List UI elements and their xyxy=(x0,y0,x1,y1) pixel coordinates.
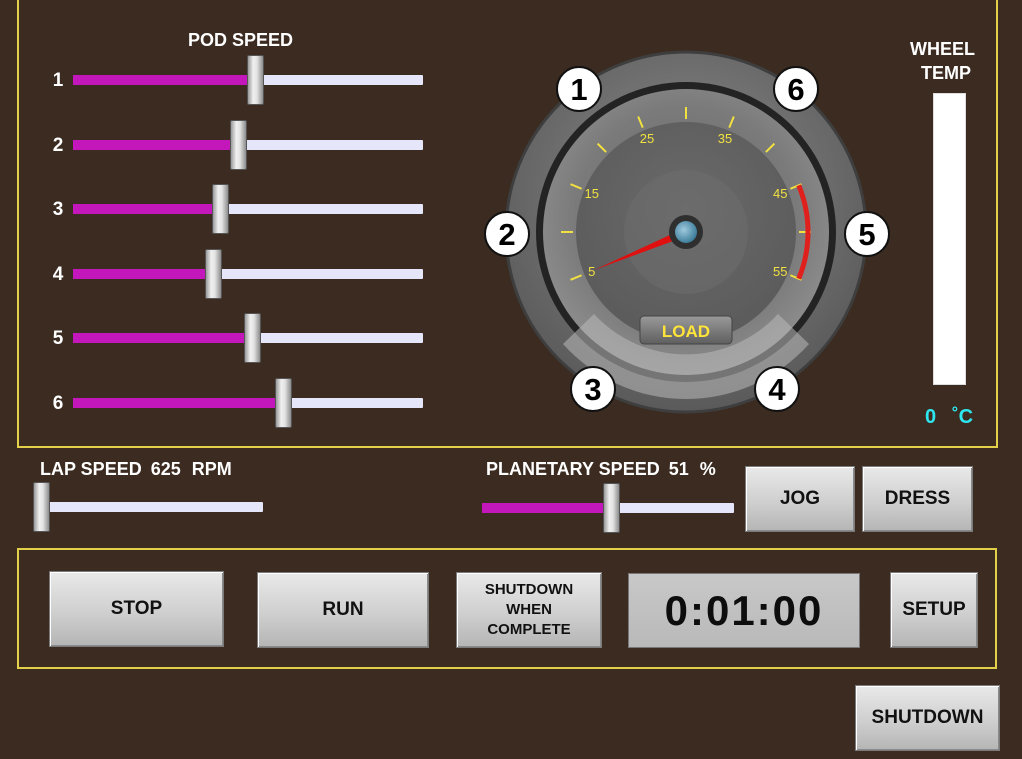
jog-button[interactable]: JOG xyxy=(745,466,855,532)
gauge-tick-label: 15 xyxy=(585,186,599,201)
pod-marker-label: 1 xyxy=(570,72,587,107)
lap-speed-value: 625 xyxy=(150,459,181,479)
wheel-temp-title-line1: WHEEL xyxy=(910,39,975,59)
planetary-speed-label: PLANETARY SPEED 51 % xyxy=(486,459,716,480)
pod-speed-fill xyxy=(73,204,220,214)
pod-marker-label: 3 xyxy=(584,372,601,407)
pod-marker-label: 6 xyxy=(787,72,804,107)
wheel-temp-bar xyxy=(933,93,966,385)
wheel-temp-title-line2: TEMP xyxy=(921,63,972,83)
pod-marker-1: 1 xyxy=(556,66,602,112)
shutdown-when-complete-button[interactable]: SHUTDOWN WHEN COMPLETE xyxy=(456,572,602,648)
shutdown-when-complete-line3: COMPLETE xyxy=(487,621,571,638)
pod-speed-slider-4[interactable] xyxy=(73,249,423,299)
pod-marker-3: 3 xyxy=(570,366,616,412)
pod-speed-label-6: 6 xyxy=(52,393,64,414)
gauge-load-label: LOAD xyxy=(662,322,710,341)
gauge-tick-label: 35 xyxy=(718,131,732,146)
pod-speed-fill xyxy=(73,75,255,85)
pod-marker-4: 4 xyxy=(754,366,800,412)
planetary-speed-title: PLANETARY SPEED xyxy=(486,459,660,479)
pod-speed-slider-1[interactable] xyxy=(73,55,423,105)
pod-speed-label-2: 2 xyxy=(52,135,64,156)
pod-speed-fill xyxy=(73,140,238,150)
gauge-tick-label: 55 xyxy=(773,264,787,279)
pod-speed-thumb[interactable] xyxy=(243,313,261,363)
lap-speed-unit: RPM xyxy=(191,459,232,479)
pod-speed-thumb[interactable] xyxy=(212,184,229,234)
pod-speed-thumb[interactable] xyxy=(229,120,247,170)
pod-speed-slider-2[interactable] xyxy=(73,120,423,170)
pod-speed-fill xyxy=(73,269,213,279)
gauge-hub xyxy=(675,221,697,243)
stop-button[interactable]: STOP xyxy=(49,571,224,647)
pod-speed-slider-5[interactable] xyxy=(73,313,423,363)
shutdown-when-complete-line2: WHEN xyxy=(506,601,552,618)
lap-speed-label: LAP SPEED 625 RPM xyxy=(40,459,232,480)
gauge-tick-label: 45 xyxy=(773,186,787,201)
gauge-tick-label: 25 xyxy=(640,131,654,146)
pod-speed-fill xyxy=(73,333,252,343)
pod-speed-thumb[interactable] xyxy=(205,249,222,299)
pod-speed-thumb[interactable] xyxy=(275,378,292,428)
lap-speed-title: LAP SPEED xyxy=(40,459,142,479)
setup-button[interactable]: SETUP xyxy=(890,572,978,648)
planetary-speed-fill xyxy=(482,503,611,513)
pod-marker-label: 4 xyxy=(768,372,786,407)
pod-marker-5: 5 xyxy=(844,211,890,257)
planetary-speed-thumb[interactable] xyxy=(602,483,620,533)
wheel-temp-value: 0 xyxy=(925,406,937,428)
wheel-temp-unit: ˚C xyxy=(952,406,974,428)
pod-speed-label-1: 1 xyxy=(52,70,64,91)
pod-speed-slider-6[interactable] xyxy=(73,378,423,428)
pod-speed-label-5: 5 xyxy=(52,328,64,349)
cycle-timer: 0:01:00 xyxy=(628,573,860,648)
planetary-speed-slider[interactable] xyxy=(482,483,734,533)
pod-speed-thumb[interactable] xyxy=(247,55,264,105)
shutdown-when-complete-line1: SHUTDOWN xyxy=(484,581,574,598)
pod-speed-fill xyxy=(73,398,283,408)
lap-speed-track xyxy=(41,502,263,512)
run-button[interactable]: RUN xyxy=(257,572,429,648)
pod-speed-label-4: 4 xyxy=(52,264,64,285)
gauge-tick-label: 5 xyxy=(588,264,595,279)
planetary-speed-value: 51 xyxy=(668,459,689,479)
pod-marker-2: 2 xyxy=(484,211,530,257)
lap-speed-slider[interactable] xyxy=(33,482,263,532)
dress-button[interactable]: DRESS xyxy=(862,466,973,532)
pod-marker-6: 6 xyxy=(773,66,819,112)
lap-speed-thumb[interactable] xyxy=(33,482,50,532)
load-gauge: 5 15 25 35 45 55 LOAD 162534 xyxy=(468,44,908,424)
pod-speed-label-3: 3 xyxy=(52,199,64,220)
shutdown-button[interactable]: SHUTDOWN xyxy=(855,685,1000,751)
load-gauge-dial: 51525 354555 LOAD 1 62 53 4 xyxy=(484,50,890,414)
pod-speed-title: POD SPEED xyxy=(188,30,294,50)
pod-speed-slider-3[interactable] xyxy=(73,184,423,234)
pod-marker-label: 2 xyxy=(498,217,515,252)
planetary-speed-unit: % xyxy=(699,459,716,479)
pod-marker-label: 5 xyxy=(858,217,875,252)
